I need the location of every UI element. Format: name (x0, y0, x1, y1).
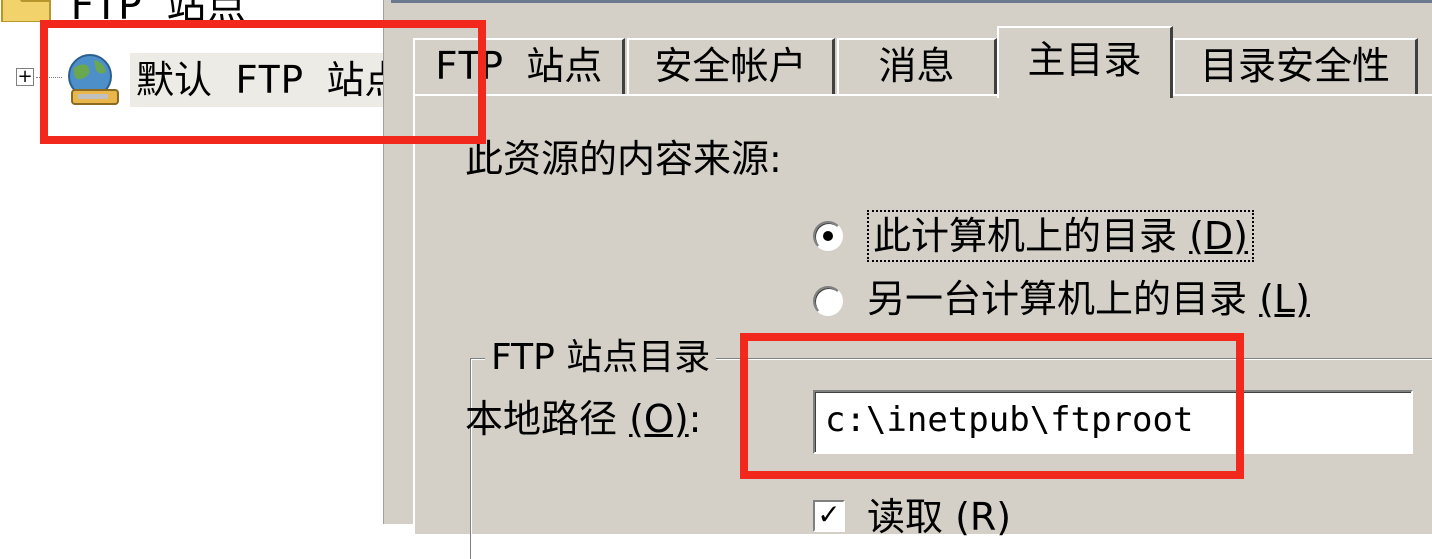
tab-security-accounts[interactable]: 安全帐户 (627, 38, 835, 94)
local-path-label: 本地路径 (O): (465, 396, 701, 442)
radio-local-text: 此计算机上的目录 (873, 214, 1190, 258)
tree-item-label: FTP 站点 (70, 0, 247, 29)
radio-remote-text: 另一台计算机上的目录 (867, 277, 1260, 321)
folder-icon (1, 0, 51, 22)
tree-item-default-ftp-site[interactable]: + 默认 FTP 站点 (0, 50, 383, 110)
tree-pane: FTP 站点 + 默认 FTP 站点 (0, 0, 383, 524)
radio-local-directory[interactable] (813, 221, 843, 251)
properties-dialog: FTP 站点 安全帐户 消息 主目录 目录安全性 此资源的内容来源: 此计算机上… (391, 0, 1432, 559)
radio-remote-directory-label[interactable]: 另一台计算机上的目录 (L) (867, 276, 1310, 322)
dialog-top-border (391, 0, 1432, 3)
local-path-input[interactable]: c:\inetpub\ftproot (813, 390, 1413, 454)
expand-toggle[interactable]: + (16, 68, 34, 86)
tab-ftp-site[interactable]: FTP 站点 (413, 38, 625, 94)
radio-selected-dot (823, 231, 833, 241)
radio-local-directory-label[interactable]: 此计算机上的目录 (D) (867, 210, 1255, 262)
radio-local-accesskey: (D) (1189, 214, 1249, 258)
read-checkbox[interactable]: ✓ (813, 500, 845, 532)
radio-remote-accesskey: (L) (1259, 277, 1310, 321)
tree-connector (36, 77, 62, 78)
local-path-label-text: 本地路径 (465, 397, 630, 441)
tab-messages[interactable]: 消息 (837, 38, 997, 94)
group-title: FTP 站点目录 (485, 335, 717, 381)
radio-remote-directory[interactable] (813, 286, 843, 316)
home-directory-panel: 此资源的内容来源: 此计算机上的目录 (D) 另一台计算机上的目录 (L) FT… (413, 94, 1432, 559)
tab-home-directory[interactable]: 主目录 (997, 26, 1173, 98)
local-path-accesskey: (O) (629, 397, 689, 441)
ftp-site-globe-icon (68, 54, 119, 105)
pane-splitter[interactable] (383, 0, 391, 524)
local-path-colon: : (688, 397, 702, 441)
read-checkbox-label[interactable]: 读取 (R) (867, 494, 1011, 540)
tab-directory-security[interactable]: 目录安全性 (1173, 38, 1418, 94)
content-source-label: 此资源的内容来源: (465, 137, 782, 181)
tree-item-label: 默认 FTP 站点 (130, 53, 383, 107)
